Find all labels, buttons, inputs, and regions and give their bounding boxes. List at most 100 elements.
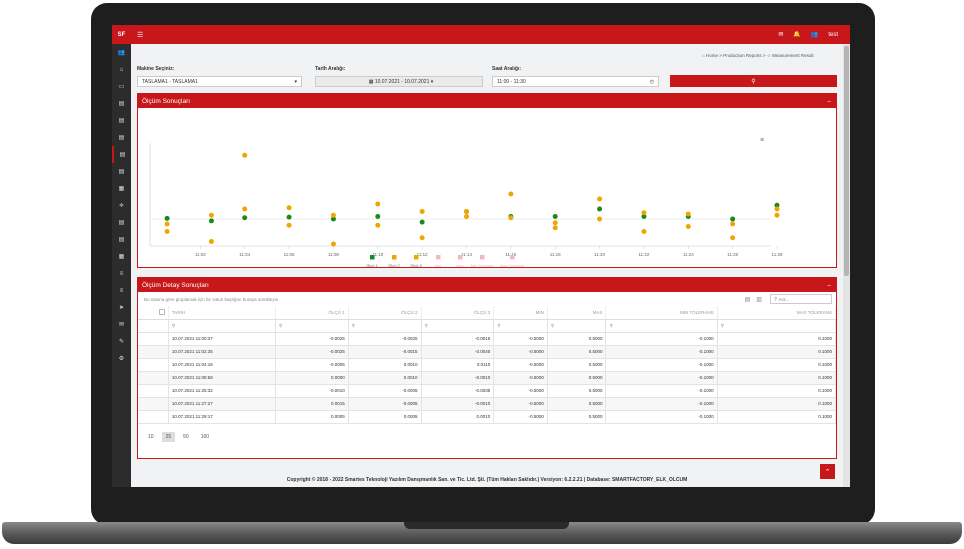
list-icon[interactable]: ≡ (112, 265, 131, 282)
column-header[interactable]: MIN (493, 306, 548, 320)
legend-swatch[interactable] (414, 255, 419, 260)
group-panel-hint[interactable]: Bu sütuna göre gruplamak için bir sütun … (144, 297, 278, 302)
legend-label[interactable]: Ölçü 2 (388, 263, 400, 268)
users-icon[interactable]: 👥 (112, 44, 131, 61)
x-tick-label: 11:06 (284, 252, 295, 257)
page-size-option[interactable]: 100 (197, 432, 213, 442)
date-range-input[interactable]: ▦ 10.07.2021 - 10.07.2021 ▾ (315, 76, 483, 87)
legend-label[interactable]: Ölçü 3 (410, 263, 422, 268)
legend-label[interactable]: Min Tolerans (471, 263, 494, 268)
column-header[interactable]: TARİH (168, 306, 276, 320)
chart-menu-icon[interactable]: ≡ (760, 137, 764, 144)
column-header[interactable]: MAX (547, 306, 607, 320)
table-row[interactable]: 10.07.2021 11:00:37 -0.0025 -0.0025 -0.0015… (138, 332, 837, 346)
send-icon[interactable]: ➤ (112, 299, 131, 316)
select-all-checkbox[interactable] (138, 306, 169, 320)
table-row[interactable]: 10.07.2021 11:27:27 0.0015 -0.0005 -0.0010-… (138, 397, 837, 411)
legend-swatch[interactable] (392, 255, 397, 260)
legend-label[interactable]: Min (435, 263, 441, 268)
date-label: Tarih Aralığı: (315, 66, 346, 72)
column-header[interactable]: MAX TOLERANS (717, 306, 837, 320)
breadcrumb-home[interactable]: Home (706, 53, 718, 58)
legend-label[interactable]: Ölçü 1 (366, 263, 378, 268)
column-header[interactable]: MIN TOLERANS (605, 306, 718, 320)
page-scrollbar[interactable] (843, 44, 850, 487)
collapse-chart-button[interactable]: – (827, 98, 831, 105)
home-icon: ⌂ (702, 53, 705, 58)
username[interactable]: test (828, 32, 838, 38)
legend-label[interactable]: Max Tolerans (500, 263, 524, 268)
page-size-option[interactable]: 10 (144, 432, 158, 442)
table-cell: 10.07.2021 11:05:58 (168, 371, 276, 385)
column-filter-input[interactable]: ⚲ (421, 319, 495, 333)
time-range-input[interactable]: 11:00 - 11:30 ◷ (492, 76, 659, 87)
file-icon[interactable]: ▤ (112, 95, 131, 112)
chat-icon[interactable]: ✉ (778, 31, 783, 38)
collapse-table-button[interactable]: – (827, 282, 831, 289)
machine-select[interactable]: TASLAMA1 - TASLAMA1 ▾ (137, 76, 302, 87)
bell-icon[interactable]: 🔔 (793, 31, 800, 38)
home-icon[interactable]: ⌂ (112, 61, 131, 78)
table-cell: -0.0035 (421, 384, 495, 398)
data-point--l-2 (464, 214, 469, 219)
column-header[interactable]: ÖLÇÜ 2 (348, 306, 422, 320)
column-header[interactable]: ÖLÇÜ 1 (275, 306, 349, 320)
table-cell: 0.5000 (547, 345, 607, 359)
pen-icon[interactable]: ✎ (112, 333, 131, 350)
settings-icon[interactable]: ≑ (112, 197, 131, 214)
list-icon[interactable]: ≡ (112, 282, 131, 299)
column-filter-input[interactable]: ⚲ (168, 319, 276, 333)
monitor-icon[interactable]: ▭ (112, 78, 131, 95)
x-tick-label: 11:04 (239, 252, 250, 257)
column-chooser-icon[interactable]: ▥ (756, 296, 762, 303)
column-filter-input[interactable]: ⚲ (717, 319, 837, 333)
file-icon[interactable]: ▤ (112, 163, 131, 180)
table-row[interactable]: 10.07.2021 11:05:58 0.0000 0.0010 -0.0010 -0… (138, 371, 837, 385)
chevron-down-icon: ▾ (294, 78, 297, 85)
data-point--l-2 (730, 221, 736, 227)
column-filter-input[interactable]: ⚲ (275, 319, 349, 333)
scrollbar-thumb[interactable] (844, 46, 849, 276)
table-row[interactable]: 10.07.2021 11:29:17 0.0005 0.0005 0.0010 -0.… (138, 410, 837, 424)
table-row[interactable]: 10.07.2021 11:02:35 -0.0025 -0.0015 -0.0040… (138, 345, 837, 359)
file-icon[interactable]: ▤ (112, 214, 131, 231)
table-row[interactable]: 10.07.2021 11:25:32 -0.0010 -0.0005 -0.0035… (138, 384, 837, 398)
app-logo[interactable]: SF (112, 25, 131, 44)
table-row[interactable]: 10.07.2021 11:04:16 -0.0005 0.0010 0.0110 -0… (138, 358, 837, 372)
table-search-input[interactable]: ⚲ Ara... (770, 294, 832, 304)
x-tick-label: 11:20 (594, 252, 605, 257)
legend-swatch[interactable] (458, 255, 463, 260)
export-excel-icon[interactable]: ▤ (745, 296, 751, 303)
table-cell: -0.5000 (493, 397, 548, 411)
legend-swatch[interactable] (370, 255, 375, 260)
scroll-to-top-button[interactable]: ⌃ (820, 464, 835, 479)
table-cell: -0.5000 (493, 332, 548, 346)
legend-swatch[interactable] (436, 255, 441, 260)
legend-swatch[interactable] (510, 255, 515, 260)
table-header-row: TARİH ÖLÇÜ 1 ÖLÇÜ 2 ÖLÇÜ 3 MIN MAX MIN TOLERAN… (138, 306, 837, 320)
page-size-option[interactable]: 25 (161, 431, 176, 442)
calendar-icon[interactable]: ▦ (112, 248, 131, 265)
breadcrumb-reports[interactable]: Production Reports (723, 53, 762, 58)
column-filter-input[interactable]: ⚲ (605, 319, 718, 333)
file-icon[interactable]: ▤ (112, 129, 131, 146)
file-icon[interactable]: ▤ (112, 146, 131, 163)
users-icon[interactable]: 👥 (811, 31, 818, 38)
table-cell: 10.07.2021 11:27:27 (168, 397, 276, 411)
search-button[interactable]: ⚲ (670, 75, 837, 87)
hamburger-icon[interactable]: ☰ (137, 31, 143, 39)
legend-label[interactable]: Max (456, 263, 464, 268)
column-filter-input[interactable]: ⚲ (493, 319, 548, 333)
column-filter-input[interactable]: ⚲ (547, 319, 607, 333)
column-header[interactable]: ÖLÇÜ 3 (421, 306, 495, 320)
column-filter-input[interactable]: ⚲ (348, 319, 422, 333)
page-size-option[interactable]: 50 (179, 432, 193, 442)
file-icon[interactable]: ▤ (112, 231, 131, 248)
file-icon[interactable]: ▤ (112, 112, 131, 129)
table-cell: 0.0010 (348, 358, 422, 372)
x-tick-label: 11:26 (727, 252, 738, 257)
calendar-icon[interactable]: ▦ (112, 180, 131, 197)
chat-icon[interactable]: ✉ (112, 316, 131, 333)
gear-icon[interactable]: ⚙ (112, 350, 131, 367)
legend-swatch[interactable] (480, 255, 485, 260)
